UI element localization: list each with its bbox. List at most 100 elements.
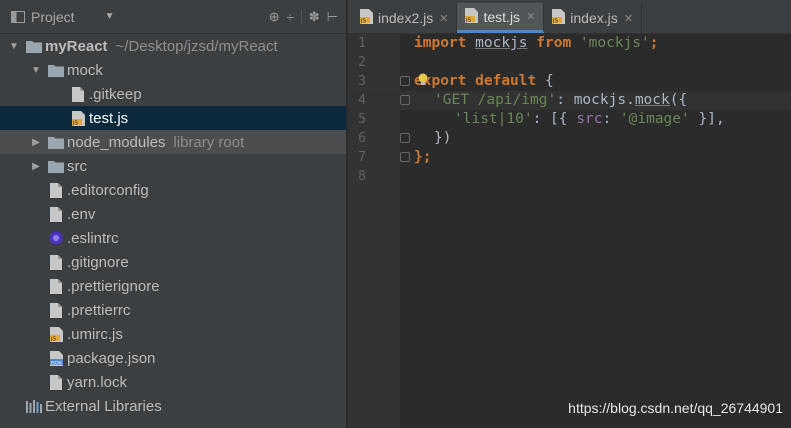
libraries-icon: [26, 398, 42, 414]
fold-marker[interactable]: [400, 95, 410, 105]
code-line-5[interactable]: 5 'list|10': [{ src: '@image' }],: [348, 110, 791, 129]
tree-item-label: .editorconfig: [67, 181, 149, 199]
open-brace: {: [544, 73, 554, 89]
tree-item-label: node_modules: [67, 133, 166, 151]
fold-marker[interactable]: [400, 133, 410, 143]
colon: :: [556, 92, 574, 108]
tree-item[interactable]: .eslintrc: [0, 226, 346, 250]
code-line-6[interactable]: 6}): [348, 129, 791, 148]
tree-item[interactable]: JSON package.json: [0, 346, 346, 370]
tree-item[interactable]: yarn.lock: [0, 370, 346, 394]
svg-text:JS: JS: [72, 120, 79, 126]
toolbar-divider: [300, 10, 302, 24]
line-number: 6: [358, 131, 366, 146]
tree-item-hint: ~/Desktop/jzsd/myReact: [115, 37, 278, 55]
tree-item[interactable]: .env: [0, 202, 346, 226]
js-file-icon: JS: [360, 9, 373, 27]
tree-item-label: package.json: [67, 349, 156, 367]
array-close: }],: [689, 111, 725, 127]
tree-item[interactable]: ▶ src: [0, 154, 346, 178]
close-icon[interactable]: ✕: [624, 12, 633, 25]
project-panel: Project ▼ ⊕ ÷ ✽ ⊢ ▼ myReact ~/Desktop/jzsd…: [0, 0, 347, 428]
project-header: Project ▼ ⊕ ÷ ✽ ⊢: [0, 0, 346, 34]
tree-item-label: .gitkeep: [89, 85, 142, 103]
file-icon: [48, 254, 64, 270]
editor-tab-bar: JS index2.js ✕ JS test.js ✕ JS index.js ✕: [348, 0, 791, 34]
image-value: '@image': [619, 111, 690, 127]
tree-item[interactable]: ▼ mock: [0, 58, 346, 82]
expanded-arrow-icon[interactable]: ▼: [8, 41, 20, 52]
gear-icon[interactable]: ✽: [309, 9, 320, 25]
line-number: 1: [358, 36, 366, 51]
tree-item[interactable]: ▼ myReact ~/Desktop/jzsd/myReact: [0, 34, 346, 58]
hide-panel-icon[interactable]: ⊢: [327, 9, 338, 25]
js-file-icon: JS: [70, 110, 86, 126]
line-number: 3: [358, 74, 366, 89]
open-paren: ({: [669, 92, 688, 108]
code-line-3[interactable]: 3 export default {: [348, 72, 791, 91]
tree-item-label: src: [67, 157, 87, 175]
tree-item[interactable]: .gitkeep: [0, 82, 346, 106]
project-toolbar: ⊕ ÷ ✽ ⊢: [269, 9, 338, 25]
tree-item[interactable]: JS .umirc.js: [0, 322, 346, 346]
tree-item[interactable]: External Libraries: [0, 394, 346, 418]
tree-item-label: .env: [67, 205, 96, 223]
code-line-8[interactable]: 8: [348, 167, 791, 186]
route-key: 'GET /api/img': [434, 92, 557, 108]
editor-tab[interactable]: JS test.js ✕: [457, 3, 545, 33]
line-number: 5: [358, 112, 366, 127]
close-icon[interactable]: ✕: [439, 12, 448, 25]
js-file-icon: JS: [48, 326, 64, 342]
collapsed-arrow-icon[interactable]: ▶: [30, 137, 42, 148]
close-brace: };: [414, 149, 432, 165]
locate-icon[interactable]: ⊕: [269, 9, 280, 25]
chevron-down-icon[interactable]: ▼: [105, 11, 115, 22]
folder-icon: [48, 62, 64, 78]
code-line-4[interactable]: 4 'GET /api/img': mockjs.mock({: [348, 91, 791, 110]
tree-item-label: .gitignore: [67, 253, 129, 271]
tree-item-label: .prettierrc: [67, 301, 131, 319]
tree-item[interactable]: JS test.js: [0, 106, 346, 130]
project-view-title[interactable]: Project: [31, 9, 75, 25]
tree-item-label: yarn.lock: [67, 373, 128, 391]
keyword-from: from: [536, 35, 572, 51]
editor-tab[interactable]: JS index.js ✕: [544, 3, 642, 33]
svg-text:JS: JS: [360, 18, 367, 24]
eslint-icon: [48, 230, 64, 246]
tree-item[interactable]: .prettierrc: [0, 298, 346, 322]
mock-function: mock: [634, 92, 670, 108]
line-number: 4: [358, 93, 366, 108]
tree-item-label: myReact: [45, 37, 108, 55]
tree-item[interactable]: .editorconfig: [0, 178, 346, 202]
tree-item[interactable]: .gitignore: [0, 250, 346, 274]
folder-icon: [26, 38, 42, 54]
import-name: mockjs: [475, 35, 528, 51]
file-icon: [48, 374, 64, 390]
tree-item-label: .prettierignore: [67, 277, 160, 295]
file-icon: [48, 182, 64, 198]
fold-marker[interactable]: [400, 152, 410, 162]
expanded-arrow-icon[interactable]: ▼: [30, 65, 42, 76]
editor: JS index2.js ✕ JS test.js ✕ JS index.js ✕ 1 impor…: [348, 0, 791, 428]
lightbulb-icon[interactable]: [418, 73, 428, 87]
file-icon: [48, 278, 64, 294]
semicolon: ;: [649, 35, 659, 51]
code-area[interactable]: 1 import mockjs from 'mockjs'; 2 3 export …: [348, 34, 791, 428]
code-line-7[interactable]: 7};: [348, 148, 791, 167]
collapsed-arrow-icon[interactable]: ▶: [30, 161, 42, 172]
project-tree: ▼ myReact ~/Desktop/jzsd/myReact ▼ mock .gitk…: [0, 34, 346, 418]
tree-item[interactable]: ▶ node_modules library root: [0, 130, 346, 154]
tree-item-label: mock: [67, 61, 103, 79]
svg-text:JS: JS: [552, 18, 559, 24]
file-icon: [48, 206, 64, 222]
editor-tab-label: index2.js: [378, 10, 434, 26]
editor-tab[interactable]: JS index2.js ✕: [352, 3, 458, 33]
fold-marker[interactable]: [400, 76, 410, 86]
code-line-2[interactable]: 2: [348, 53, 791, 72]
svg-text:JS: JS: [50, 336, 57, 342]
collapse-all-icon[interactable]: ÷: [287, 10, 294, 25]
tree-item[interactable]: .prettierignore: [0, 274, 346, 298]
close-icon[interactable]: ✕: [526, 10, 535, 23]
dot: .: [626, 92, 635, 108]
code-line-1[interactable]: 1 import mockjs from 'mockjs';: [348, 34, 791, 53]
